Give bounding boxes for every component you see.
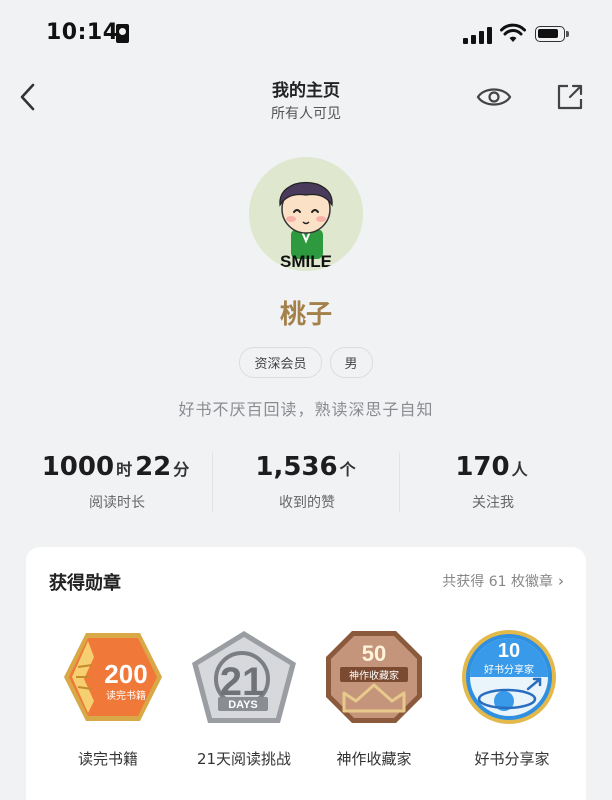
medals-total-link[interactable]: 共获得 61 枚徽章 ›: [442, 571, 564, 591]
medals-section-title: 获得勋章: [49, 573, 121, 594]
medal-caption: 读完书籍: [106, 689, 146, 702]
status-time: 10:14: [46, 20, 119, 45]
medal-book-sharer[interactable]: 10 好书分享家: [452, 627, 572, 727]
avatar[interactable]: SMILE: [249, 157, 363, 271]
circle-medal-icon: 10 好书分享家: [462, 630, 556, 724]
stat-likes[interactable]: 1,536 个 收到的赞: [205, 448, 409, 512]
stats-row: 1000 时 22 分 阅读时长 1,536 个 收到的赞 170 人 关注我: [0, 448, 612, 518]
chevron-right-icon: ›: [558, 572, 564, 590]
stat-label: 收到的赞: [279, 495, 335, 511]
medal-caption: 神作收藏家: [349, 669, 399, 682]
reading-hours-unit: 时: [116, 460, 133, 479]
share-icon[interactable]: [555, 82, 585, 112]
username: 桃子: [279, 300, 332, 330]
avatar-text: SMILE: [280, 252, 332, 271]
member-level-tag: 资深会员: [239, 347, 322, 378]
medal-label: 读完书籍: [77, 750, 138, 768]
likes-count: 1,536: [255, 452, 338, 482]
avatar-illustration: SMILE: [249, 157, 363, 271]
profile-tags: 资深会员 男: [0, 347, 612, 378]
medal-books-read[interactable]: 200 读完书籍: [48, 627, 168, 727]
medal-label: 21天阅读挑战: [196, 750, 292, 768]
octagon-medal-icon: 50 神作收藏家: [326, 631, 422, 723]
gender-tag: 男: [329, 347, 373, 378]
page-visibility-subtitle: 所有人可见: [271, 106, 341, 122]
stat-reading-time[interactable]: 1000 时 22 分 阅读时长: [15, 448, 219, 512]
medal-number: 200: [104, 659, 147, 689]
reading-hours: 1000: [41, 452, 115, 482]
cellular-signal-icon: [463, 26, 493, 44]
nav-bar: 我的主页 所有人可见: [0, 68, 612, 128]
medal-label: 神作收藏家: [336, 750, 412, 768]
hexagon-medal-icon: 200 读完书籍: [64, 633, 162, 721]
medal-caption: DAYS: [228, 699, 258, 711]
stat-label: 阅读时长: [89, 495, 145, 511]
stat-followers[interactable]: 170 人 关注我: [391, 448, 595, 512]
wifi-icon: [500, 23, 526, 42]
medal-caption: 好书分享家: [484, 663, 534, 676]
followers-count: 170: [455, 452, 510, 482]
status-bar: 10:14: [0, 0, 612, 68]
medal-number: 50: [362, 641, 386, 666]
pentagon-medal-icon: 21 DAYS: [192, 631, 296, 723]
medal-label: 好书分享家: [474, 750, 550, 768]
reading-minutes-unit: 分: [173, 460, 190, 479]
reading-minutes: 22: [135, 452, 172, 482]
medals-total-text: 共获得 61 枚徽章: [442, 574, 553, 590]
followers-unit: 人: [511, 460, 528, 479]
medal-number: 10: [498, 640, 520, 662]
likes-unit: 个: [339, 460, 356, 479]
eye-icon[interactable]: [476, 84, 512, 110]
medal-21-day-challenge[interactable]: 21 DAYS: [184, 627, 304, 727]
contact-card-icon: [116, 24, 129, 43]
profile-signature: 好书不厌百回读，熟读深思子自知: [178, 400, 434, 419]
stat-label: 关注我: [472, 495, 514, 511]
page-title: 我的主页: [272, 81, 340, 101]
medals-card: 获得勋章 共获得 61 枚徽章 › 200 读完书籍 读完书籍 21 DAYS 2…: [26, 547, 586, 800]
battery-icon: [535, 26, 569, 42]
medal-masterpiece-collector[interactable]: 50 神作收藏家: [314, 627, 434, 727]
